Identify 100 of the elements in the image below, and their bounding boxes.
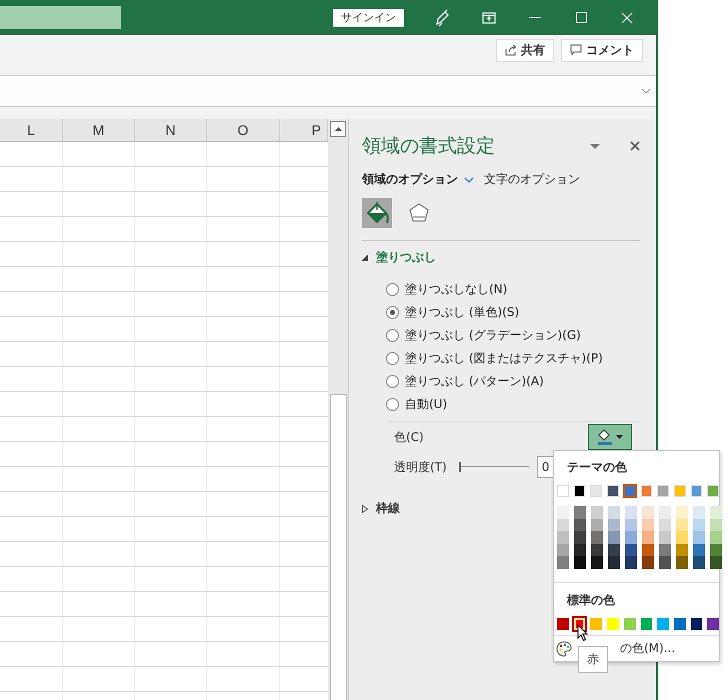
palette-icon[interactable] — [556, 640, 572, 656]
color-swatch[interactable] — [608, 544, 620, 556]
color-swatch[interactable] — [557, 618, 569, 630]
color-swatch[interactable] — [676, 531, 688, 544]
signin-button[interactable]: サインイン — [333, 8, 404, 26]
radio-button[interactable] — [386, 282, 399, 296]
transparency-slider[interactable] — [458, 462, 529, 472]
dropdown-icon[interactable] — [590, 144, 600, 148]
color-swatch[interactable] — [591, 544, 603, 556]
color-swatch[interactable] — [693, 556, 705, 568]
color-swatch[interactable] — [624, 485, 636, 497]
color-swatch[interactable] — [710, 544, 722, 556]
expand-icon[interactable] — [362, 504, 368, 512]
color-swatch[interactable] — [608, 518, 620, 531]
fill-option[interactable]: 自動(U) — [386, 395, 640, 413]
color-swatch[interactable] — [657, 618, 669, 630]
color-swatch[interactable] — [624, 618, 636, 630]
color-swatch[interactable] — [676, 556, 688, 568]
color-swatch[interactable] — [557, 531, 569, 544]
fill-option[interactable]: 塗りつぶし (図またはテクスチャ)(P) — [386, 349, 640, 367]
radio-button[interactable] — [386, 398, 399, 410]
slider-thumb[interactable] — [458, 462, 461, 472]
column-header[interactable]: L — [0, 119, 63, 141]
color-swatch[interactable] — [625, 506, 637, 518]
color-swatch[interactable] — [591, 518, 603, 531]
color-swatch[interactable] — [690, 618, 702, 630]
color-swatch[interactable] — [608, 556, 620, 568]
color-swatch[interactable] — [659, 544, 671, 556]
color-swatch[interactable] — [557, 556, 569, 568]
color-swatch[interactable] — [642, 544, 654, 556]
color-swatch[interactable] — [608, 531, 620, 544]
color-swatch[interactable] — [640, 618, 652, 630]
color-swatch[interactable] — [642, 556, 654, 568]
color-swatch[interactable] — [659, 518, 671, 531]
color-swatch[interactable] — [625, 531, 637, 544]
color-swatch[interactable] — [676, 506, 688, 518]
color-swatch[interactable] — [659, 556, 671, 568]
color-swatch[interactable] — [693, 531, 705, 544]
color-swatch[interactable] — [710, 531, 722, 544]
column-header[interactable]: N — [135, 119, 207, 141]
options-tab[interactable]: 文字のオプション — [484, 171, 580, 188]
chevron-down-icon[interactable] — [464, 176, 474, 182]
color-swatch[interactable] — [574, 531, 586, 544]
color-swatch[interactable] — [642, 531, 654, 544]
fill-option[interactable]: 塗りつぶし (単色)(S) — [386, 303, 640, 321]
fill-option[interactable]: 塗りつぶし (パターン)(A) — [386, 372, 640, 390]
color-swatch[interactable] — [625, 518, 637, 531]
more-colors-item[interactable]: の色(M)... — [620, 640, 676, 657]
radio-button[interactable] — [386, 306, 399, 318]
fill-option[interactable]: 塗りつぶしなし(N) — [386, 280, 640, 298]
color-swatch[interactable] — [707, 618, 719, 630]
color-swatch[interactable] — [557, 518, 569, 531]
color-swatch[interactable] — [710, 556, 722, 568]
color-swatch[interactable] — [659, 531, 671, 544]
radio-button[interactable] — [386, 352, 399, 364]
comment-button[interactable]: コメント — [561, 38, 643, 62]
column-header[interactable]: O — [207, 119, 280, 141]
color-swatch[interactable] — [590, 618, 602, 630]
color-swatch[interactable] — [607, 618, 619, 630]
color-swatch[interactable] — [591, 506, 603, 518]
color-swatch[interactable] — [591, 556, 603, 568]
section-header[interactable]: 塗りつぶし — [376, 249, 436, 266]
radio-button[interactable] — [386, 374, 399, 388]
color-swatch[interactable] — [574, 506, 586, 518]
color-swatch[interactable] — [659, 506, 671, 518]
color-swatch[interactable] — [625, 544, 637, 556]
scroll-up-button[interactable] — [330, 121, 346, 137]
share-button[interactable]: 共有 — [496, 38, 554, 62]
options-tab[interactable]: 領域のオプション — [362, 171, 474, 188]
color-swatch[interactable] — [676, 544, 688, 556]
close-icon[interactable] — [630, 141, 640, 151]
chevron-down-icon[interactable] — [642, 88, 650, 94]
scrollbar[interactable] — [328, 119, 349, 700]
color-swatch[interactable] — [557, 506, 569, 518]
cell-grid[interactable] — [0, 142, 328, 700]
color-swatch[interactable] — [591, 531, 603, 544]
color-swatch[interactable] — [625, 556, 637, 568]
formula-bar[interactable] — [0, 75, 656, 107]
color-swatch[interactable] — [710, 518, 722, 531]
color-swatch[interactable] — [710, 506, 722, 518]
color-swatch[interactable] — [693, 506, 705, 518]
color-swatch[interactable] — [674, 618, 686, 630]
column-header[interactable]: M — [63, 119, 135, 141]
fill-bucket-icon[interactable] — [362, 198, 392, 228]
color-swatch[interactable] — [676, 518, 688, 531]
color-swatch[interactable] — [642, 506, 654, 518]
radio-button[interactable] — [386, 328, 399, 342]
color-swatch[interactable] — [574, 544, 586, 556]
color-swatch[interactable] — [574, 518, 586, 531]
color-swatch[interactable] — [642, 518, 654, 531]
color-swatch[interactable] — [574, 556, 586, 568]
collapse-icon[interactable] — [362, 254, 368, 260]
color-swatch[interactable] — [693, 518, 705, 531]
search-field[interactable] — [0, 6, 121, 29]
section-header[interactable]: 枠線 — [376, 500, 400, 517]
fill-color-button[interactable] — [588, 424, 632, 450]
color-swatch[interactable] — [693, 544, 705, 556]
fill-option[interactable]: 塗りつぶし (グラデーション)(G) — [386, 326, 640, 344]
scroll-thumb[interactable] — [330, 394, 346, 700]
color-swatch[interactable] — [557, 544, 569, 556]
